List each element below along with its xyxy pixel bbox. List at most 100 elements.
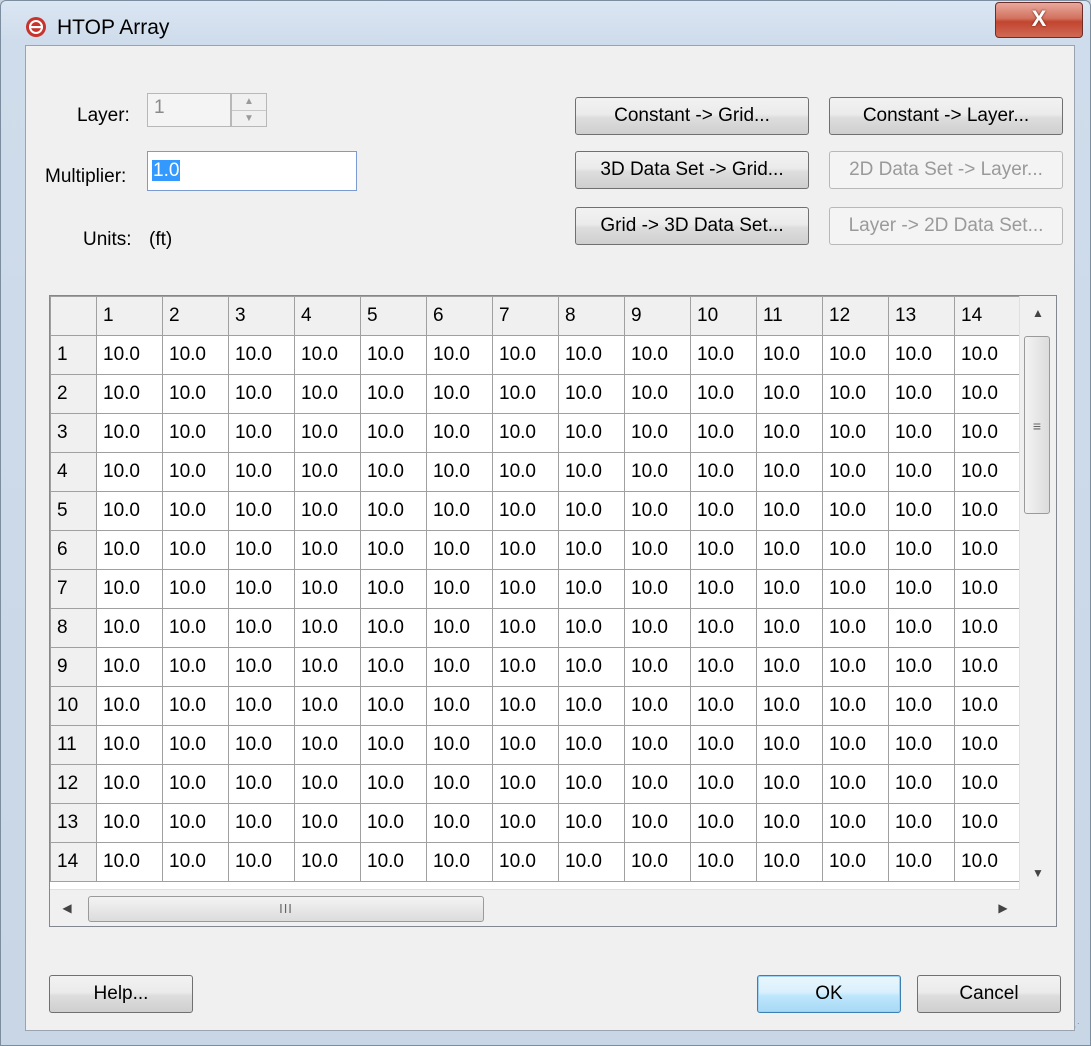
grid-cell[interactable]: 10.0 <box>228 374 295 414</box>
grid-cell[interactable]: 10.0 <box>162 491 229 531</box>
grid-cell[interactable]: 10.0 <box>492 647 559 687</box>
grid-cell[interactable]: 10.0 <box>690 725 757 765</box>
grid-cell[interactable]: 10.0 <box>756 530 823 570</box>
vertical-scroll-thumb[interactable]: ≡ <box>1024 336 1050 514</box>
grid-cell[interactable]: 10.0 <box>888 413 955 453</box>
grid-cell[interactable]: 10.0 <box>690 647 757 687</box>
column-header[interactable]: 10 <box>690 296 757 336</box>
grid-cell[interactable]: 10.0 <box>162 686 229 726</box>
row-header[interactable]: 13 <box>50 803 97 843</box>
grid-cell[interactable]: 10.0 <box>162 842 229 882</box>
grid-cell[interactable]: 10.0 <box>96 647 163 687</box>
grid-cell[interactable]: 10.0 <box>426 413 493 453</box>
multiplier-input[interactable]: 1.0 <box>147 151 357 191</box>
grid-cell[interactable]: 10.0 <box>162 374 229 414</box>
grid-cell[interactable]: 10.0 <box>954 335 1021 375</box>
grid-cell[interactable]: 10.0 <box>756 647 823 687</box>
grid-cell[interactable]: 10.0 <box>228 725 295 765</box>
grid-cell[interactable]: 10.0 <box>954 569 1021 609</box>
grid-cell[interactable]: 10.0 <box>756 374 823 414</box>
grid-cell[interactable]: 10.0 <box>360 374 427 414</box>
scroll-up-arrow-icon[interactable]: ▲ <box>1020 296 1056 330</box>
grid-cell[interactable]: 10.0 <box>954 374 1021 414</box>
grid-cell[interactable]: 10.0 <box>294 608 361 648</box>
grid-cell[interactable]: 10.0 <box>294 491 361 531</box>
array-grid[interactable]: 1 2 3 4 5 6 7 8 9 10 11 12 13 14 1 10.0 10.0 10.0 10.0 10.… <box>49 295 1057 927</box>
row-header[interactable]: 9 <box>50 647 97 687</box>
grid-to-3d-dataset-button[interactable]: Grid -> 3D Data Set... <box>575 207 809 245</box>
grid-cell[interactable]: 10.0 <box>954 608 1021 648</box>
grid-cell[interactable]: 10.0 <box>558 530 625 570</box>
grid-cell[interactable]: 10.0 <box>360 764 427 804</box>
grid-cell[interactable]: 10.0 <box>624 725 691 765</box>
grid-cell[interactable]: 10.0 <box>690 764 757 804</box>
layer-to-2d-dataset-button[interactable]: Layer -> 2D Data Set... <box>829 207 1063 245</box>
row-header[interactable]: 7 <box>50 569 97 609</box>
grid-cell[interactable]: 10.0 <box>294 569 361 609</box>
grid-cell[interactable]: 10.0 <box>954 452 1021 492</box>
scroll-down-arrow-icon[interactable]: ▼ <box>1020 856 1056 890</box>
grid-cell[interactable]: 10.0 <box>96 686 163 726</box>
grid-cell[interactable]: 10.0 <box>492 335 559 375</box>
grid-cell[interactable]: 10.0 <box>96 530 163 570</box>
grid-cell[interactable]: 10.0 <box>690 608 757 648</box>
grid-cell[interactable]: 10.0 <box>96 491 163 531</box>
resize-grip-icon[interactable]: ⋰ <box>1070 1023 1082 1037</box>
2d-dataset-to-layer-button[interactable]: 2D Data Set -> Layer... <box>829 151 1063 189</box>
row-header[interactable]: 10 <box>50 686 97 726</box>
grid-cell[interactable]: 10.0 <box>426 374 493 414</box>
grid-cell[interactable]: 10.0 <box>96 374 163 414</box>
grid-cell[interactable]: 10.0 <box>228 842 295 882</box>
column-header[interactable]: 11 <box>756 296 823 336</box>
grid-cell[interactable]: 10.0 <box>426 764 493 804</box>
grid-cell[interactable]: 10.0 <box>162 647 229 687</box>
horizontal-scrollbar[interactable]: ◀ III ▶ <box>50 889 1020 926</box>
grid-cell[interactable]: 10.0 <box>954 530 1021 570</box>
grid-cell[interactable]: 10.0 <box>822 413 889 453</box>
grid-cell[interactable]: 10.0 <box>954 491 1021 531</box>
grid-cell[interactable]: 10.0 <box>624 803 691 843</box>
grid-cell[interactable]: 10.0 <box>360 335 427 375</box>
grid-cell[interactable]: 10.0 <box>954 647 1021 687</box>
column-header[interactable]: 5 <box>360 296 427 336</box>
row-header[interactable]: 1 <box>50 335 97 375</box>
spin-up-icon[interactable]: ▲ <box>232 94 266 111</box>
spin-down-icon[interactable]: ▼ <box>232 111 266 127</box>
grid-cell[interactable]: 10.0 <box>492 764 559 804</box>
grid-cell[interactable]: 10.0 <box>690 374 757 414</box>
grid-cell[interactable]: 10.0 <box>624 452 691 492</box>
grid-cell[interactable]: 10.0 <box>360 413 427 453</box>
grid-cell[interactable]: 10.0 <box>822 803 889 843</box>
grid-cell[interactable]: 10.0 <box>426 842 493 882</box>
grid-cell[interactable]: 10.0 <box>492 842 559 882</box>
grid-cell[interactable]: 10.0 <box>294 530 361 570</box>
row-header[interactable]: 12 <box>50 764 97 804</box>
grid-cell[interactable]: 10.0 <box>624 413 691 453</box>
column-header[interactable]: 12 <box>822 296 889 336</box>
grid-cell[interactable]: 10.0 <box>426 335 493 375</box>
grid-cell[interactable]: 10.0 <box>558 491 625 531</box>
grid-cell[interactable]: 10.0 <box>294 374 361 414</box>
row-header[interactable]: 8 <box>50 608 97 648</box>
grid-cell[interactable]: 10.0 <box>888 335 955 375</box>
grid-cell[interactable]: 10.0 <box>624 842 691 882</box>
row-header[interactable]: 4 <box>50 452 97 492</box>
grid-cell[interactable]: 10.0 <box>888 569 955 609</box>
grid-cell[interactable]: 10.0 <box>756 686 823 726</box>
grid-cell[interactable]: 10.0 <box>954 725 1021 765</box>
grid-cell[interactable]: 10.0 <box>822 491 889 531</box>
grid-cell[interactable]: 10.0 <box>426 530 493 570</box>
grid-cell[interactable]: 10.0 <box>822 725 889 765</box>
grid-cell[interactable]: 10.0 <box>558 725 625 765</box>
grid-cell[interactable]: 10.0 <box>162 335 229 375</box>
row-header[interactable]: 14 <box>50 842 97 882</box>
grid-cell[interactable]: 10.0 <box>294 725 361 765</box>
grid-cell[interactable]: 10.0 <box>360 842 427 882</box>
grid-cell[interactable]: 10.0 <box>756 569 823 609</box>
row-header[interactable]: 6 <box>50 530 97 570</box>
grid-cell[interactable]: 10.0 <box>228 764 295 804</box>
grid-cell[interactable]: 10.0 <box>426 569 493 609</box>
layer-spin-input[interactable]: 1 <box>147 93 231 127</box>
grid-cell[interactable]: 10.0 <box>822 452 889 492</box>
grid-cell[interactable]: 10.0 <box>162 608 229 648</box>
